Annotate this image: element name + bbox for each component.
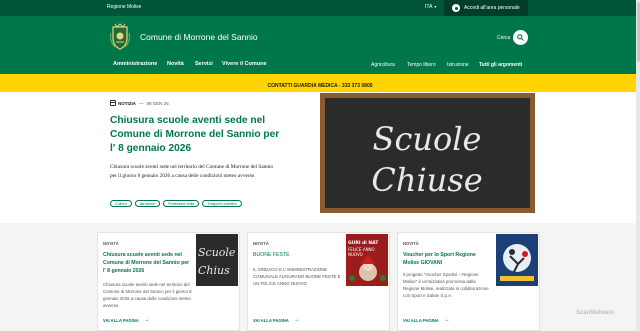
login-label: Accedi all'area personale	[464, 5, 520, 11]
tag-protezione-civile[interactable]: Protezione civile	[163, 200, 200, 207]
nav-item-vivere-il-comune[interactable]: Vivere il Comune	[222, 61, 267, 67]
svg-text:GURI di NAT: GURI di NAT	[348, 240, 379, 246]
svg-text:NUOVO: NUOVO	[348, 252, 363, 257]
alert-banner: CONTATTI GUARDIA MEDICA - 333 373 0805	[0, 74, 640, 92]
hero-category: NOTIZIA	[118, 100, 136, 106]
language-selector[interactable]: ITA ▾	[425, 4, 436, 10]
news-card[interactable]: NOVITÀ BUONE FESTE IL SINDACO E L'AMMINI…	[247, 232, 390, 331]
card-link[interactable]: VAI ALLA PAGINA →	[403, 317, 450, 323]
svg-text:Chius: Chius	[198, 264, 230, 277]
card-link[interactable]: VAI ALLA PAGINA →	[253, 317, 300, 323]
hero-title[interactable]: Chiusura scuole aventi sede nel Comune d…	[110, 114, 280, 156]
topic-agricoltura[interactable]: Agricoltura	[371, 62, 395, 68]
main-navigation: Amministrazione Novità Servizi Vivere il…	[0, 56, 640, 74]
region-link[interactable]: Regione Molise	[107, 4, 141, 10]
slim-header: Regione Molise ITA ▾ Accedi all'area pers…	[0, 0, 640, 16]
arrow-right-icon: →	[443, 317, 450, 323]
watermark: ScanMalware	[576, 310, 615, 316]
user-icon	[452, 4, 460, 12]
card-description: Chiusura scuole aventi sede nel territor…	[103, 282, 192, 308]
card-category: NOVITÀ	[103, 241, 119, 246]
hero-meta: NOTIZIA — 08 GEN 26	[110, 100, 169, 106]
hero-section: NOTIZIA — 08 GEN 26 Chiusura scuole aven…	[0, 92, 640, 223]
hero-date: 08 GEN 26	[146, 100, 169, 106]
search-icon	[517, 34, 524, 41]
card-link-label: VAI ALLA PAGINA	[103, 317, 139, 323]
municipality-crest-icon[interactable]	[109, 23, 131, 50]
alert-text[interactable]: CONTATTI GUARDIA MEDICA - 333 373 0805	[267, 83, 372, 89]
meta-separator: —	[139, 100, 144, 106]
hero-tags: Cultura Istruzione Protezione civile Tra…	[110, 200, 245, 207]
hero-image-word-2: Chiuse	[371, 161, 482, 199]
login-button[interactable]: Accedi all'area personale	[444, 0, 528, 16]
hero-lead: Chiusura scuole aventi sede nel territor…	[110, 164, 274, 179]
card-category: NOVITÀ	[403, 241, 419, 246]
nav-item-amministrazione[interactable]: Amministrazione	[113, 61, 157, 67]
nav-item-servizi[interactable]: Servizi	[195, 61, 213, 67]
scrollbar[interactable]	[636, 0, 640, 331]
calendar-icon	[110, 100, 116, 106]
card-link-label: VAI ALLA PAGINA	[253, 317, 289, 323]
card-thumbnail	[496, 234, 538, 286]
news-card[interactable]: NOVITÀ Voucher per lo Sport Regione Moli…	[397, 232, 540, 331]
card-title[interactable]: Voucher per lo Sport Regione Molise GIOV…	[403, 251, 493, 267]
card-link[interactable]: VAI ALLA PAGINA →	[103, 317, 150, 323]
svg-text:Scuole: Scuole	[198, 246, 236, 259]
search-button[interactable]	[513, 30, 528, 45]
tag-trasporto-pubblico[interactable]: Trasporto pubblico	[202, 200, 242, 207]
arrow-right-icon: →	[293, 317, 300, 323]
news-card[interactable]: NOVITÀ Chiusura scuole aventi sede nel C…	[97, 232, 240, 331]
topic-tempo-libero[interactable]: Tempo libero	[407, 62, 436, 68]
scrollbar-thumb[interactable]	[636, 2, 640, 62]
card-title[interactable]: BUONE FESTE	[253, 251, 343, 259]
search-label: Cerca	[497, 35, 511, 41]
tag-istruzione[interactable]: Istruzione	[134, 200, 161, 207]
card-title[interactable]: Chiusura scuole aventi sede nel Comune d…	[103, 251, 193, 275]
language-label: ITA	[425, 4, 433, 10]
chevron-down-icon: ▾	[434, 4, 437, 9]
hero-chalkboard-image: Scuole Chiuse	[320, 93, 535, 213]
card-link-label: VAI ALLA PAGINA	[403, 317, 439, 323]
card-thumbnail: Scuole Chius	[196, 234, 238, 286]
arrow-right-icon: →	[143, 317, 150, 323]
card-thumbnail: GURI di NAT FELICE ANNO NUOVO	[346, 234, 388, 286]
site-title[interactable]: Comune di Morrone del Sannio	[140, 32, 258, 42]
tag-cultura[interactable]: Cultura	[110, 200, 132, 207]
card-description: Il progetto "Voucher Sportivi – Regione …	[403, 272, 489, 298]
card-description: IL SINDACO E L'AMMINISTRAZIONE COMUNALE …	[253, 267, 341, 286]
topic-istruzione[interactable]: Istruzione	[447, 62, 469, 68]
all-topics-link[interactable]: Tutti gli argomenti	[479, 62, 522, 68]
center-header: Comune di Morrone del Sannio Cerca	[0, 16, 640, 56]
card-category: NOVITÀ	[253, 241, 269, 246]
nav-item-novita[interactable]: Novità	[167, 61, 184, 67]
hero-image-word-1: Scuole	[373, 120, 482, 158]
